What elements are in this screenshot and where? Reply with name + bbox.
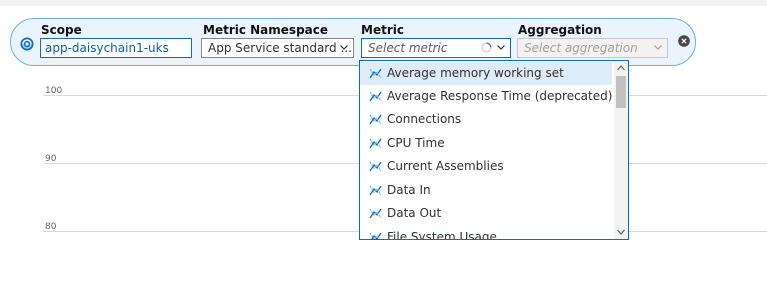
metric-icon [369, 232, 382, 239]
metric-select[interactable]: Select metric [361, 38, 511, 58]
metric-option-label: CPU Time [387, 136, 445, 150]
metric-icon [369, 208, 382, 219]
metric-option-label: File System Usage [387, 230, 497, 240]
metric-icon [369, 185, 382, 196]
metric-namespace-label: Metric Namespace [203, 23, 329, 37]
metric-option[interactable]: Average memory working set [360, 62, 612, 85]
metric-icon [369, 91, 382, 102]
scope-label: Scope [41, 23, 82, 37]
metric-option-label: Data Out [387, 206, 442, 220]
metric-option-label: Current Assemblies [387, 159, 504, 173]
metric-icon [369, 68, 382, 79]
loading-spinner-icon [481, 42, 492, 53]
metric-option[interactable]: Connections [360, 108, 612, 131]
metric-label: Metric [361, 23, 404, 37]
metric-dropdown-list[interactable]: Average memory working set Average Respo… [359, 60, 629, 240]
metric-placeholder: Select metric [368, 41, 448, 55]
metric-option[interactable]: CPU Time [360, 132, 612, 155]
aggregation-placeholder: Select aggregation [524, 41, 638, 55]
scope-field[interactable]: app-daisychain1-uks [40, 38, 192, 58]
metric-option[interactable]: Current Assemblies [360, 155, 612, 178]
dropdown-scrollbar[interactable] [614, 61, 628, 239]
metric-option[interactable]: Data In [360, 179, 612, 202]
scrollbar-thumb[interactable] [616, 76, 626, 108]
chevron-down-icon [340, 45, 348, 50]
close-icon[interactable] [678, 35, 690, 47]
top-toolbar-strip [0, 0, 767, 6]
metric-namespace-select[interactable]: App Service standard ... [201, 38, 354, 58]
metric-option[interactable]: Average Response Time (deprecated) [360, 85, 612, 108]
aggregation-select[interactable]: Select aggregation [517, 38, 668, 58]
metric-option[interactable]: Data Out [360, 202, 612, 225]
metric-option-label: Average Response Time (deprecated) [387, 89, 613, 103]
metric-icon [369, 138, 382, 149]
metric-icon [369, 114, 382, 125]
scroll-up-icon[interactable] [616, 64, 626, 72]
metric-option-label: Connections [387, 112, 462, 126]
chevron-down-icon [654, 45, 662, 50]
scroll-down-icon[interactable] [616, 228, 626, 236]
metric-option-label: Average memory working set [387, 66, 564, 80]
scope-icon [20, 37, 34, 51]
aggregation-label: Aggregation [518, 23, 602, 37]
metric-namespace-value: App Service standard ... [208, 41, 352, 55]
chevron-down-icon [497, 45, 505, 50]
metric-option-label: Data In [387, 183, 431, 197]
metric-option[interactable]: File System Usage [360, 226, 612, 240]
metric-icon [369, 161, 382, 172]
